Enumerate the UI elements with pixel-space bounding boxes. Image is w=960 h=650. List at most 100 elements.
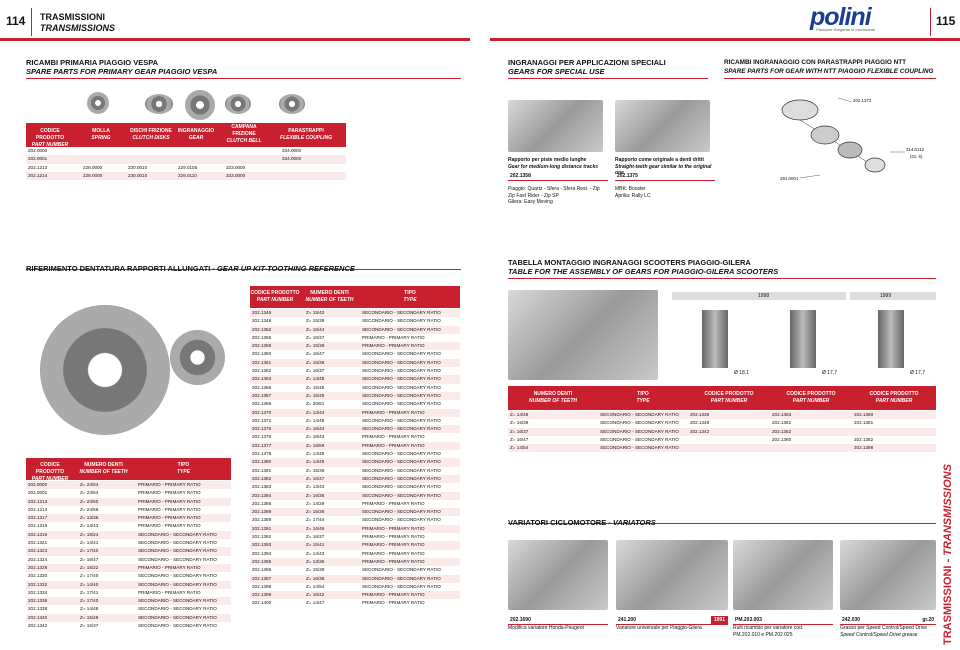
cell: 229.0110: [176, 171, 224, 181]
cell: Z= 17/40: [78, 572, 136, 581]
ref-col-teeth: NUMERO DENTI NUMBER OF TEETH: [302, 290, 357, 304]
cell: SECONDARIO - SECONDARY RATIO: [360, 450, 460, 459]
variator-item-2: 241.200 1991 Variatore universale per Pi…: [616, 540, 728, 632]
cell: Z= 16/46: [304, 524, 360, 534]
cell: Z= 23/64: [78, 489, 136, 498]
cell: SECONDARIO - SECONDARY RATIO: [360, 400, 460, 409]
cell: PRIMARIO - PRIMARY RATIO: [360, 524, 460, 534]
hdr-it: TIPO: [404, 290, 416, 296]
cell: 202.1213: [26, 163, 81, 172]
hdr-en: TYPE: [403, 297, 417, 303]
cell: Z= 15/41: [304, 541, 360, 550]
cell: [280, 163, 346, 172]
table-row: 202.1375 Z= 16/44 SECONDARIO - SECONDARY R…: [250, 425, 460, 434]
table-row: 202.1361 Z= 15/39 SECONDARIO - SECONDARY R…: [250, 358, 460, 368]
cell: 202.1342: [688, 427, 770, 436]
hdr-en: PART NUMBER: [710, 398, 748, 404]
cell: 202.1324: [26, 555, 78, 564]
cell: Z= 15/49: [78, 613, 136, 623]
cell: SECONDARIO - SECONDARY RATIO: [136, 580, 231, 589]
variator-image: [840, 540, 936, 610]
table-row: 202.1370 Z= 13/44 PRIMARIO - PRIMARY RATIO: [250, 408, 460, 417]
ref-col-code: CODICE PRODOTTO PART NUMBER: [250, 290, 300, 304]
table-row: 202.1382 Z= 16/47 SECONDARIO - SECONDARY R…: [250, 474, 460, 484]
variator-image: [508, 540, 608, 610]
reference-title-en: GEAR UP KIT-TOOTHING REFERENCE: [216, 264, 355, 273]
cell: 202.1393: [250, 541, 304, 550]
cell: Z= 15/42: [304, 309, 360, 318]
cell: 202.1321: [26, 539, 78, 548]
diameter-3: Ø 17,7: [910, 370, 926, 376]
cell: 202.1352: [250, 325, 304, 334]
table-row: 202.1392 Z= 16/37 PRIMARIO - PRIMARY RATIO: [250, 533, 460, 542]
cell: 202.1380: [852, 411, 936, 420]
ntt-label-a: 202.1373: [853, 98, 872, 103]
cell: PRIMARIO - PRIMARY RATIO: [360, 591, 460, 600]
cell: Z= 16/22: [78, 563, 136, 573]
cell: 202.1319: [26, 530, 78, 540]
cell: Z= 14/41: [78, 539, 136, 548]
cell: [770, 444, 852, 453]
table-row: 202.0000 334.0000: [26, 147, 346, 156]
cell: Z= 15/38: [304, 342, 360, 351]
cell: PRIMARIO - PRIMARY RATIO: [360, 433, 460, 442]
cell: SECONDARIO - SECONDARY RATIO: [360, 508, 460, 517]
cell: Z= 14/40: [78, 580, 136, 589]
table-row: 202.1391 Z= 16/46 PRIMARIO - PRIMARY RATIO: [250, 524, 460, 534]
year-1998: 1998: [758, 293, 770, 299]
vertical-rule: [31, 8, 32, 36]
table-row: 202.1360 Z= 16/47 SECONDARIO - SECONDARY R…: [250, 350, 460, 359]
cell: PRIMARIO - PRIMARY RATIO: [136, 563, 231, 573]
reference-title-sep: -: [210, 264, 217, 273]
vertical-rule-right: [930, 8, 931, 36]
variator-code: 202.1690: [508, 616, 608, 625]
assembly-table: Z= 14/48 SECONDARIO - SECONDARY RATIO 202.…: [508, 411, 936, 453]
cell: SECONDARIO - SECONDARY RATIO: [360, 309, 460, 318]
table-row: 202.1369 Z= 20/61 SECONDARIO - SECONDARY R…: [250, 400, 460, 409]
cell: SECONDARIO - SECONDARY RATIO: [598, 435, 688, 445]
cell: 202.1338: [26, 605, 78, 614]
ref-col-type: TIPO TYPE: [136, 462, 231, 476]
cell: 202.1388: [250, 508, 304, 517]
variators-section-title: VARIATORI CICLOMOTORE - VARIATORS: [508, 512, 936, 527]
cell: SECONDARIO - SECONDARY RATIO: [598, 427, 688, 436]
cell: 202.1330: [26, 572, 78, 581]
ntt-diagram: 202.1373 314.0112 (Gr. 6) 291.0001: [760, 90, 930, 195]
table-row: 202.1363 Z= 14/48 SECONDARIO - SECONDARY R…: [250, 375, 460, 384]
table-row: 202.1334 Z= 17/41 PRIMARIO - PRIMARY RATIO: [26, 588, 231, 598]
cell: 334.0000: [280, 147, 346, 156]
hdr-it: PARASTRAPPI: [288, 128, 324, 134]
variator-desc: Speed Control/Speed Drive grease: [840, 631, 918, 638]
cell: 202.1360: [250, 350, 304, 359]
hdr-it: TIPO: [637, 391, 649, 397]
table-row: 202.1394 Z= 14/43 PRIMARIO - PRIMARY RATIO: [250, 549, 460, 558]
primary-photos: [75, 90, 315, 124]
assembly-section-title: TABELLA MONTAGGIO INGRANAGGI SCOOTERS PI…: [508, 258, 936, 279]
cell: SECONDARIO - SECONDARY RATIO: [136, 622, 231, 631]
table-row: 202.1321 Z= 14/41 SECONDARIO - SECONDARY R…: [26, 539, 231, 548]
cell: 202.1346: [250, 309, 304, 318]
asm-col-code-a: CODICE PRODOTTO PART NUMBER: [688, 391, 770, 405]
cell: Z= 15/39: [304, 358, 360, 368]
cell: 202.1382: [852, 435, 936, 445]
cell: 202.1370: [250, 408, 304, 417]
cell: [81, 155, 126, 164]
cell: 202.1383: [250, 483, 304, 492]
table-row: 202.1356 Z= 16/37 PRIMARIO - PRIMARY RATIO: [250, 333, 460, 343]
special-right-code: 202.1375: [615, 172, 715, 181]
cell: 230.0010: [126, 163, 176, 172]
cell: SECONDARIO - SECONDARY RATIO: [360, 383, 460, 392]
cell: PRIMARIO - PRIMARY RATIO: [360, 533, 460, 542]
hdr-en: CLUTCH BELL: [226, 138, 262, 144]
hdr-it: CODICE PRODOTTO: [250, 290, 300, 296]
table-row: 202.1383 Z= 13/43 SECONDARIO - SECONDARY R…: [250, 483, 460, 492]
cell: 202.1398: [250, 582, 304, 592]
cell: SECONDARIO - SECONDARY RATIO: [360, 375, 460, 384]
table-row: 202.1336 Z= 17/40 SECONDARIO - SECONDARY R…: [26, 597, 231, 606]
table-row: Z= 15/39 SECONDARIO - SECONDARY RATIO 202.…: [508, 419, 936, 428]
diameter-1: Ø 18,1: [734, 370, 750, 376]
table-row: 202.1342 Z= 16/37 SECONDARIO - SECONDARY R…: [26, 622, 231, 631]
cell: Z= 16/37: [508, 427, 598, 436]
table-row: 202.1338 Z= 14/48 SECONDARIO - SECONDARY R…: [26, 605, 231, 614]
cell: 202.1389: [250, 516, 304, 525]
